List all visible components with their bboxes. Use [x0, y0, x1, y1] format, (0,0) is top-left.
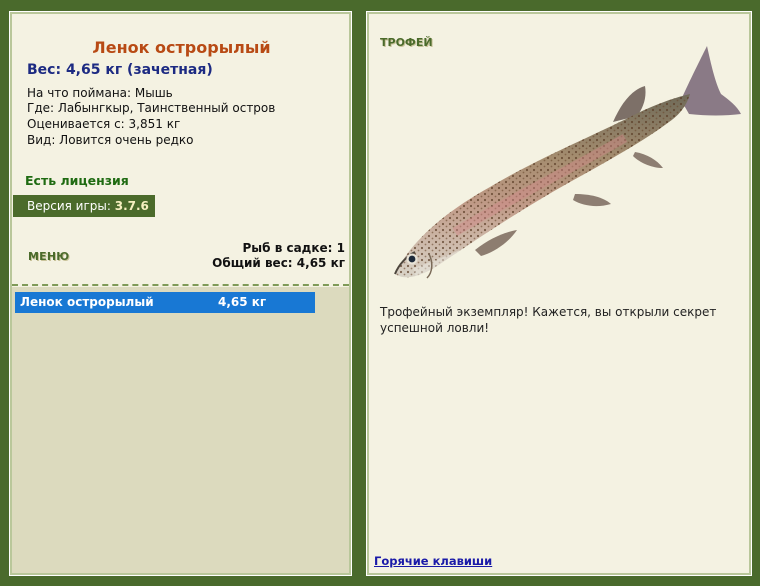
- keep-list: Ленок острорылый 4,65 кг: [12, 287, 349, 573]
- fish-lenok-image: [394, 46, 741, 279]
- game-version-bar: Версия игры: 3.7.6: [13, 195, 155, 217]
- info-rarity: Вид: Ловится очень редко: [27, 133, 194, 147]
- menu-button[interactable]: МЕНЮ: [28, 250, 69, 263]
- info-min-weight: Оценивается с: 3,851 кг: [27, 117, 181, 131]
- version-value: 3.7.6: [114, 199, 149, 213]
- keep-item-name: Ленок острорылый: [20, 295, 154, 309]
- hotkeys-link[interactable]: Горячие клавиши: [374, 554, 492, 568]
- keep-total-weight: Общий вес: 4,65 кг: [212, 256, 345, 270]
- fish-info-panel: Ленок острорылый Вес: 4,65 кг (зачетная)…: [9, 11, 352, 576]
- trophy-message: Трофейный экземпляр! Кажется, вы открыли…: [380, 305, 717, 335]
- info-bait: На что поймана: Мышь: [27, 86, 173, 100]
- fish-name-title: Ленок острорылый: [92, 38, 271, 57]
- fish-weight: Вес: 4,65 кг (зачетная): [27, 62, 213, 78]
- keep-count: Рыб в садке: 1: [242, 241, 346, 255]
- info-location: Где: Лабынгкыр, Таинственный остров: [27, 101, 276, 115]
- keep-stats: Рыб в садке: 1 Общий вес: 4,65 кг: [212, 241, 345, 271]
- trophy-panel: ТРОФЕЙ Трофейный экземпляр! Кажется, вы …: [366, 11, 752, 576]
- license-status: Есть лицензия: [25, 173, 129, 188]
- divider: [12, 284, 349, 286]
- keep-list-item[interactable]: Ленок острорылый 4,65 кг: [15, 292, 315, 313]
- keep-item-weight: 4,65 кг: [218, 295, 267, 309]
- version-label: Версия игры:: [27, 199, 111, 213]
